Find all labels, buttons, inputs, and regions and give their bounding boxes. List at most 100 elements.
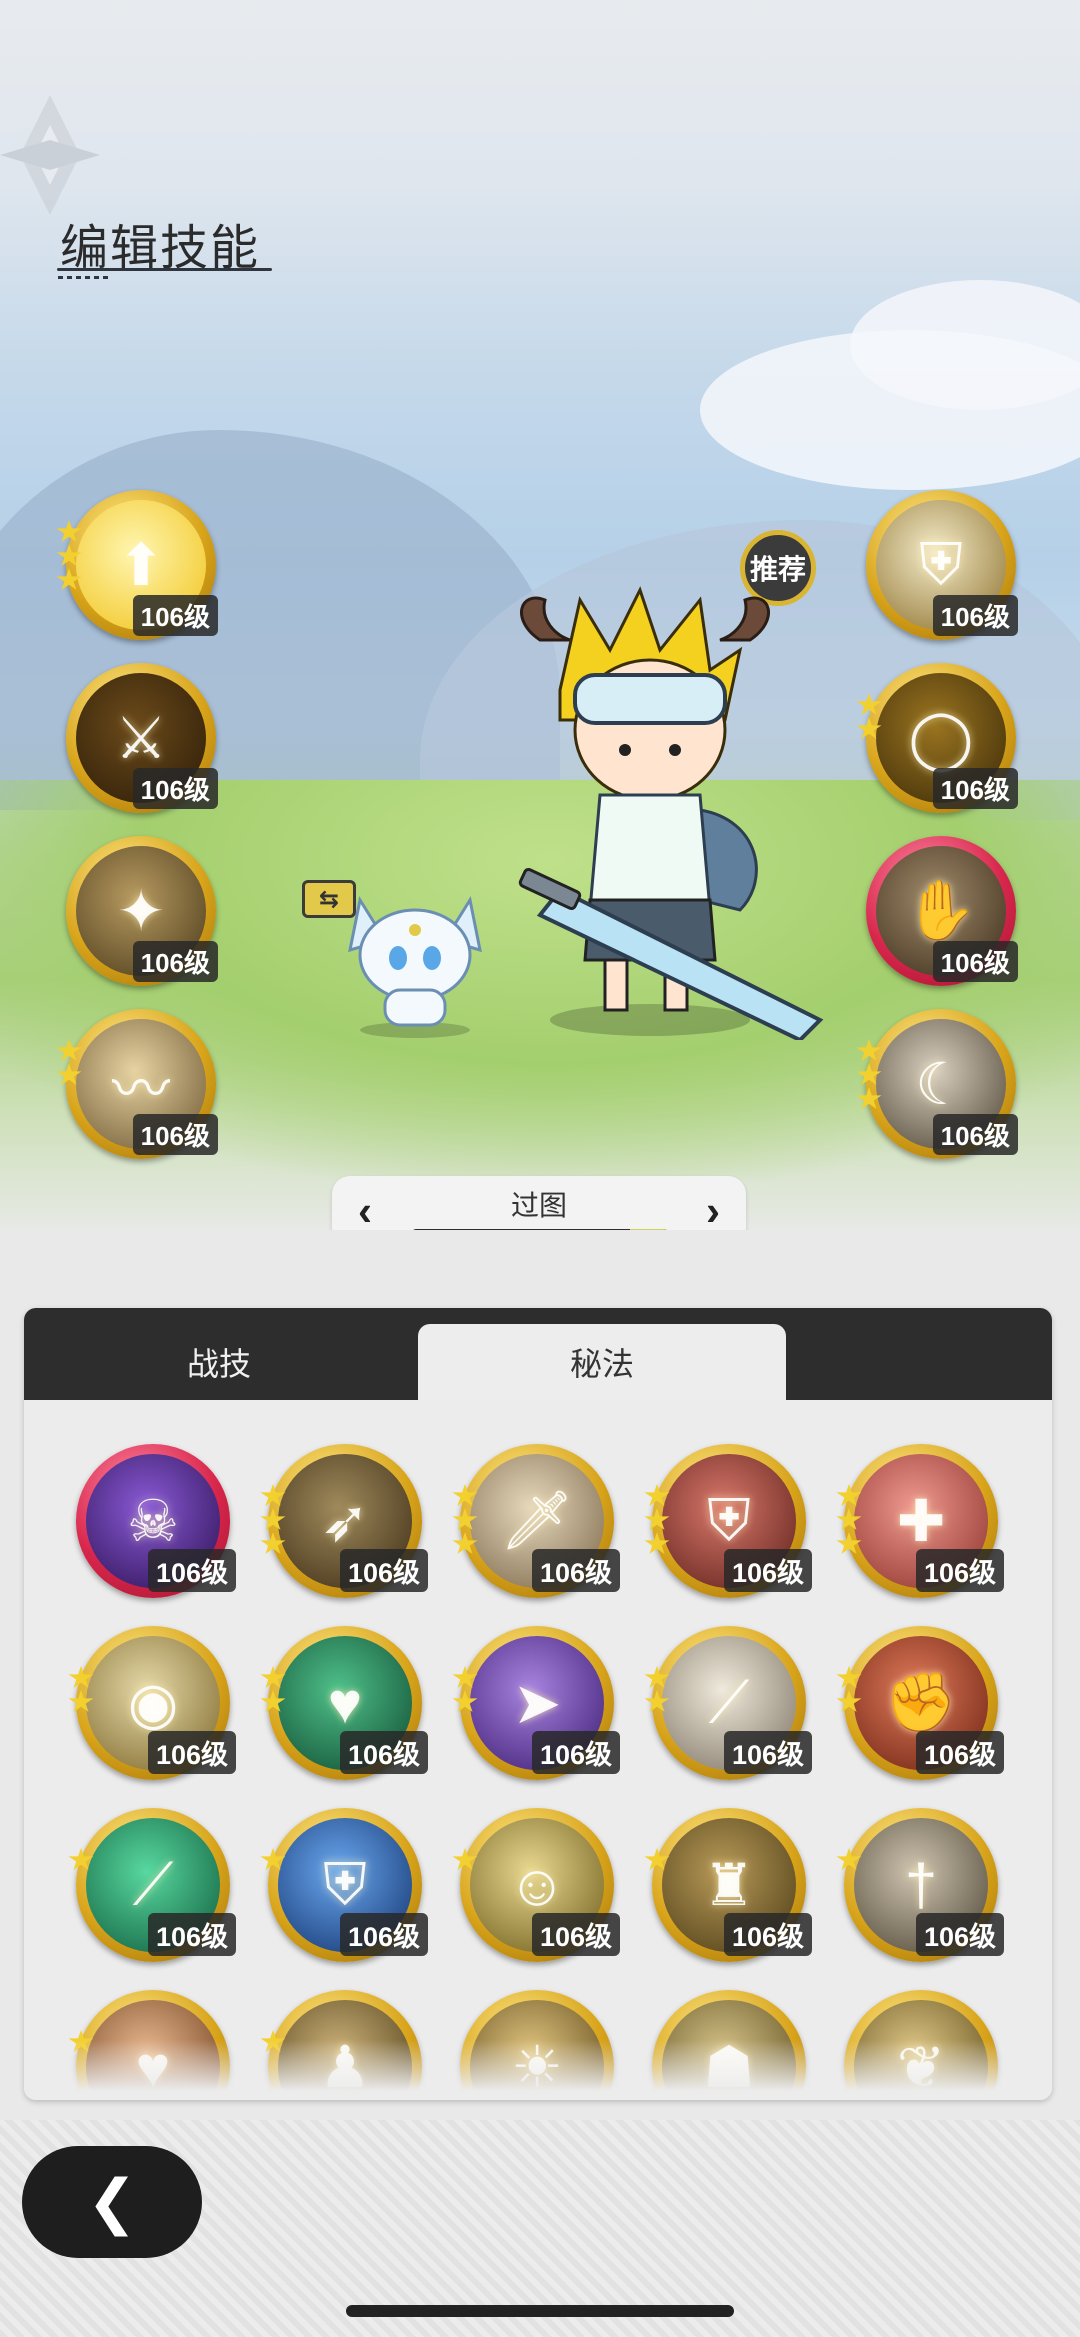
skill-level-badge: 106级 xyxy=(147,1549,236,1592)
star-icon xyxy=(644,1532,670,1554)
skill-slot[interactable]: ⚔ 106级 xyxy=(66,663,218,813)
skill-slot[interactable]: ◉ 106级 xyxy=(68,1626,236,1780)
skill-slot[interactable]: ◯ 106级 xyxy=(856,663,1018,813)
star-rating xyxy=(56,520,82,592)
skill-slot[interactable]: 〰 106级 xyxy=(56,1009,218,1159)
title-underline xyxy=(57,268,272,271)
title-dots xyxy=(58,276,108,279)
star-icon xyxy=(260,1666,286,1688)
star-icon xyxy=(452,1690,478,1712)
skill-grid: ☠ 106级 ➶ 106级 🗡 106级 ⛨ 106级 ✚ 106级 ◉ 106级 ♥ 106级 ➤ 106级… xyxy=(24,1400,1052,2100)
star-rating xyxy=(260,1484,286,1556)
skill-level-badge: 106级 xyxy=(915,1549,1004,1592)
skill-level-badge: 106级 xyxy=(339,1913,428,1956)
map-progress-track xyxy=(412,1229,668,1230)
skill-slot[interactable]: ☺ 106级 xyxy=(452,1808,620,1962)
skill-slot[interactable]: ♥106级 xyxy=(260,1626,428,1780)
skill-level-badge: 106级 xyxy=(932,941,1018,982)
star-icon xyxy=(452,1532,478,1554)
star-icon xyxy=(452,1666,478,1688)
star-rating xyxy=(836,1848,862,1872)
skill-level-badge: 106级 xyxy=(723,1549,812,1592)
map-progress-fill xyxy=(629,1229,668,1230)
star-rating xyxy=(56,1039,82,1087)
star-icon xyxy=(260,1848,286,1870)
back-arrow-icon: ❮ xyxy=(86,2168,138,2235)
skill-level-badge: 106级 xyxy=(723,1913,812,1956)
skill-level-badge: 106级 xyxy=(932,768,1018,809)
skill-slot[interactable]: † 106级 xyxy=(836,1808,1004,1962)
skill-slot[interactable]: ⛨ 106级 xyxy=(644,1444,812,1598)
skill-level-badge: 106级 xyxy=(932,595,1018,636)
skill-level-badge: 106级 xyxy=(132,941,218,982)
star-icon xyxy=(452,1484,478,1506)
skill-slot[interactable]: ⛨ 106级 xyxy=(866,490,1018,640)
star-rating xyxy=(452,1484,478,1556)
star-icon xyxy=(56,520,82,542)
star-rating xyxy=(452,1848,478,1872)
star-icon xyxy=(260,1532,286,1554)
star-icon xyxy=(68,1848,94,1870)
star-icon xyxy=(856,1087,882,1109)
star-icon xyxy=(836,1848,862,1870)
star-icon xyxy=(56,544,82,566)
star-icon xyxy=(836,1484,862,1506)
skill-slot[interactable]: ✋ 106级 xyxy=(866,836,1018,986)
skill-slot[interactable]: ♜ 106级 xyxy=(644,1808,812,1962)
skill-slot[interactable]: ✊ 106级 xyxy=(836,1626,1004,1780)
star-icon xyxy=(260,1508,286,1530)
star-icon xyxy=(452,1508,478,1530)
skill-panel: 战技 秘法 ☠ 106级 ➶ 106级 🗡 106级 ⛨ 106级 ✚ 106级 ◉ 106级 ♥ 106… xyxy=(24,1308,1052,2100)
skill-level-badge: 106级 xyxy=(339,1731,428,1774)
skill-slot[interactable]: ⬆ 106级 xyxy=(56,490,218,640)
skill-level-badge: 106级 xyxy=(723,1731,812,1774)
skill-level-badge: 106级 xyxy=(132,1114,218,1155)
skill-slot[interactable]: ☾ 106级 xyxy=(856,1009,1018,1159)
star-rating xyxy=(856,693,882,741)
skill-slot[interactable]: ✦ 106级 xyxy=(66,836,218,986)
next-map-button[interactable]: › xyxy=(688,1186,738,1230)
skill-level-badge: 106级 xyxy=(531,1549,620,1592)
skill-slot[interactable]: ⟋ 106级 xyxy=(644,1626,812,1780)
star-icon xyxy=(856,1063,882,1085)
star-rating xyxy=(452,1666,478,1714)
star-icon xyxy=(644,1508,670,1530)
star-rating xyxy=(836,1484,862,1556)
home-indicator[interactable] xyxy=(346,2305,734,2317)
star-icon xyxy=(260,1484,286,1506)
skill-slot[interactable]: ⛨ 106级 xyxy=(260,1808,428,1962)
star-rating xyxy=(644,1484,670,1556)
tab-bar: 战技 秘法 xyxy=(24,1308,1052,1400)
skill-slot[interactable]: ➶ 106级 xyxy=(260,1444,428,1598)
skill-slot[interactable]: ✚ 106级 xyxy=(836,1444,1004,1598)
star-icon xyxy=(452,1848,478,1870)
skill-level-badge: 106级 xyxy=(915,1731,1004,1774)
skill-level-badge: 106级 xyxy=(147,1731,236,1774)
skill-slot[interactable]: 🗡 106级 xyxy=(452,1444,620,1598)
skill-level-badge: 106级 xyxy=(531,1913,620,1956)
skill-level-badge: 106级 xyxy=(339,1549,428,1592)
skill-slot[interactable]: ⟋ 106级 xyxy=(68,1808,236,1962)
skill-level-badge: 106级 xyxy=(932,1114,1018,1155)
hero-scene: 编辑技能 ⬆ 106级 ⚔ 106级 ✦ 106级〰 106级 ⛨ 106级 ◯ 106级 ✋ 106… xyxy=(0,0,1080,1230)
tab-secret-arts[interactable]: 秘法 xyxy=(418,1324,786,1400)
star-icon xyxy=(644,1666,670,1688)
skill-level-badge: 106级 xyxy=(132,595,218,636)
star-icon xyxy=(836,1666,862,1688)
tab-combat-skills[interactable]: 战技 xyxy=(24,1324,414,1400)
star-icon xyxy=(836,1508,862,1530)
skill-level-badge: 106级 xyxy=(147,1913,236,1956)
star-rating xyxy=(68,1848,94,1872)
map-label: 过图 xyxy=(510,1190,567,1221)
back-button[interactable]: ❮ xyxy=(22,2146,202,2258)
star-rating xyxy=(260,1848,286,1872)
skill-level-badge: 106级 xyxy=(531,1731,620,1774)
star-icon xyxy=(856,693,882,715)
skill-level-badge: 106级 xyxy=(915,1913,1004,1956)
star-rating xyxy=(260,1666,286,1714)
star-icon xyxy=(644,1690,670,1712)
star-icon xyxy=(644,1484,670,1506)
hero-character xyxy=(518,586,824,1040)
skill-slot[interactable]: ☠ 106级 xyxy=(76,1444,236,1598)
skill-slot[interactable]: ➤ 106级 xyxy=(452,1626,620,1780)
